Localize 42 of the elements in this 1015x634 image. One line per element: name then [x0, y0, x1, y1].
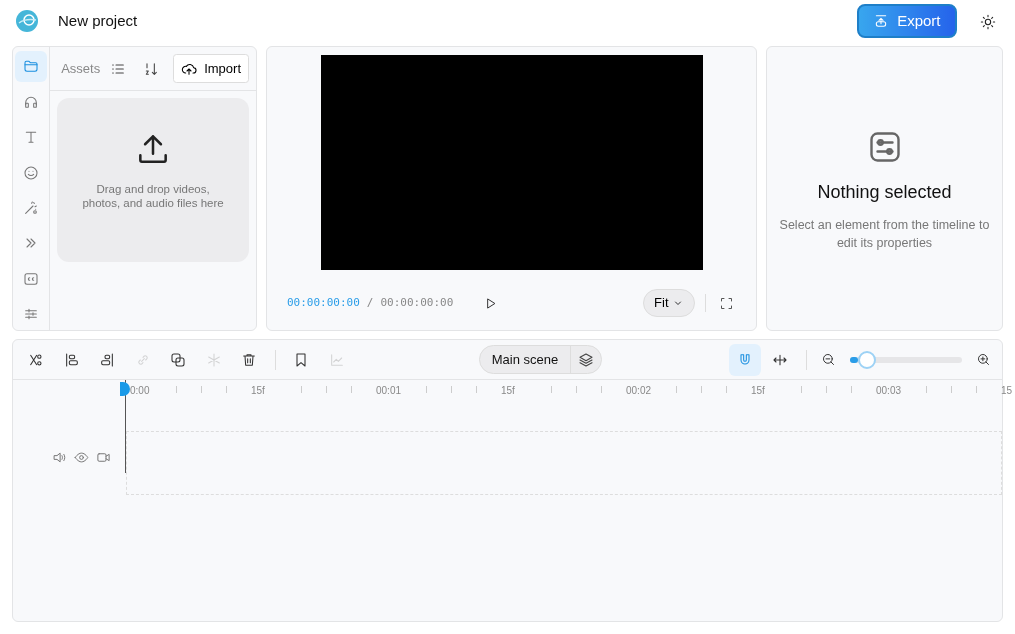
- smiley-icon: [23, 164, 40, 181]
- zoom-slider[interactable]: [849, 350, 962, 369]
- current-time: 00:00:00:00: [287, 294, 360, 311]
- track-lane[interactable]: [126, 431, 1002, 495]
- ruler-label: 00:03: [876, 384, 902, 398]
- assets-label: Assets: [61, 59, 101, 78]
- magic-wand-icon: [23, 199, 40, 216]
- project-title: New project: [58, 10, 138, 31]
- import-button[interactable]: Import: [173, 54, 249, 83]
- empty-hint: Select an element from the timeline to edit its properties: [778, 217, 991, 252]
- zoom-out-icon: [820, 352, 836, 367]
- speaker-icon: [52, 450, 67, 465]
- drop-zone[interactable]: Drag and drop videos, photos, and audio files here: [57, 98, 249, 262]
- folder-icon: [23, 58, 40, 75]
- captions-icon: [23, 270, 40, 287]
- layers-icon: [578, 352, 595, 369]
- eye-icon: [74, 450, 89, 465]
- playhead[interactable]: [120, 382, 130, 396]
- camera-icon: [96, 450, 111, 465]
- scene-label: Main scene: [479, 345, 572, 374]
- sidebar-tab[interactable]: [15, 50, 48, 83]
- fit-dropdown[interactable]: Fit: [643, 289, 695, 317]
- ruler-label: 15f: [251, 384, 265, 398]
- ruler-label: 15f: [501, 384, 515, 398]
- theme-toggle-icon: [979, 13, 996, 30]
- drop-zone-text: Drag and drop videos, photos, and audio files here: [81, 182, 225, 210]
- export-button[interactable]: Export: [857, 3, 957, 39]
- snap-button[interactable]: [728, 343, 761, 376]
- ruler-label: 0:00: [130, 384, 150, 398]
- empty-title: Nothing selected: [817, 181, 952, 204]
- ruler-label: 00:02: [626, 384, 652, 398]
- logo-icon: [16, 10, 38, 32]
- total-time: 00:00:00:00: [380, 294, 454, 311]
- ruler-label: 00:01: [376, 384, 402, 398]
- ruler-label: 15: [1001, 384, 1013, 398]
- time-separator: /: [366, 294, 374, 311]
- ruler-label: 15f: [751, 384, 765, 398]
- fullscreen-icon: [718, 295, 734, 311]
- sort-icon: [143, 60, 160, 77]
- zoom-in-icon: [975, 352, 991, 367]
- scene-selector[interactable]: Main scene: [478, 344, 603, 375]
- slider-thumb[interactable]: [857, 350, 876, 369]
